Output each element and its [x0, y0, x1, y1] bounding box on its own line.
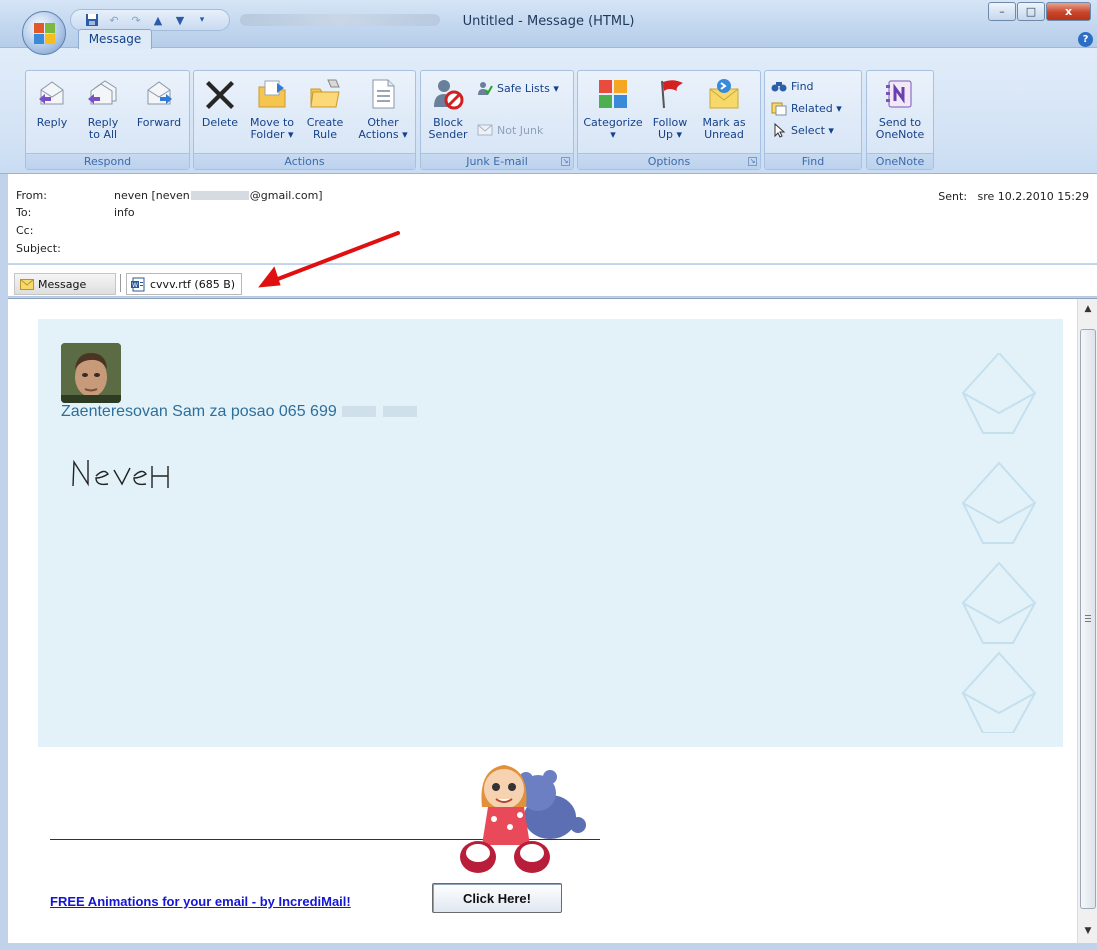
actions-group: Delete Move to Folder ▾ Create Rule Othe… — [193, 70, 416, 170]
categorize-button[interactable]: Categorize ▾ — [580, 77, 646, 141]
stationery-card: Zaenteresovan Sam za posao 065 699 — [38, 319, 1063, 747]
envelope-watermark-icons — [961, 353, 1037, 733]
related-icon — [771, 102, 787, 116]
sender-avatar — [61, 343, 121, 403]
binoculars-icon — [771, 82, 787, 92]
scroll-up-icon[interactable]: ▲ — [1082, 303, 1094, 315]
red-arrow-annotation — [258, 231, 400, 288]
maximize-button[interactable]: □ — [1017, 2, 1045, 21]
redacted-email — [190, 191, 249, 200]
onenote-group: Send to OneNote OneNote — [866, 70, 934, 170]
animated-girl-with-teddy-icon — [460, 765, 586, 873]
find-group: Find Related ▾ Select ▾ Find — [764, 70, 862, 170]
delete-icon — [206, 81, 234, 109]
scroll-down-icon[interactable]: ▼ — [1082, 925, 1094, 937]
other-actions-icon — [372, 79, 395, 109]
categorize-icon — [599, 80, 627, 108]
send-to-onenote-button[interactable]: Send to OneNote — [871, 77, 929, 141]
tab-message[interactable]: Message — [78, 29, 152, 49]
safe-lists-icon — [478, 82, 493, 95]
svg-text:W: W — [132, 282, 138, 289]
redacted-phone-2 — [382, 406, 417, 417]
forward-icon — [147, 81, 172, 105]
block-sender-icon — [434, 80, 464, 110]
create-rule-button[interactable]: Create Rule — [302, 77, 348, 141]
subject-label: Subject: — [16, 242, 61, 255]
vertical-scrollbar[interactable]: ▲ ▼ — [1077, 299, 1097, 943]
ribbon: Reply Reply to All Forward Respond Delet… — [0, 48, 1097, 174]
reply-all-icon — [88, 80, 117, 105]
office-logo-icon — [34, 23, 56, 45]
help-icon[interactable]: ? — [1078, 32, 1093, 47]
message-view-button[interactable]: Message — [14, 273, 116, 295]
onenote-group-label: OneNote — [867, 153, 933, 169]
forward-button[interactable]: Forward — [131, 77, 187, 129]
close-button[interactable]: x — [1046, 2, 1091, 21]
related-button[interactable]: Related ▾ — [771, 99, 842, 117]
not-junk-button[interactable]: Not Junk — [477, 121, 543, 139]
to-value[interactable]: info — [114, 206, 135, 219]
options-launcher-icon[interactable]: ↘ — [748, 157, 757, 166]
find-group-label: Find — [765, 153, 861, 169]
safe-lists-button[interactable]: Safe Lists ▾ — [477, 79, 559, 97]
attachment-separator — [120, 274, 121, 292]
redacted-phone — [342, 406, 377, 417]
find-button[interactable]: Find — [771, 77, 814, 95]
respond-group-label: Respond — [26, 153, 189, 169]
reply-icon — [39, 81, 64, 105]
cursor-icon — [774, 122, 786, 138]
onenote-icon — [886, 80, 912, 108]
window-frame-bottom — [0, 943, 1097, 950]
follow-up-button[interactable]: Follow Up ▾ — [646, 77, 694, 141]
actions-group-label: Actions — [194, 153, 415, 169]
junk-email-group: Block Sender Safe Lists ▾ Not Junk Junk … — [420, 70, 574, 170]
window-title: Untitled - Message (HTML) — [462, 14, 635, 29]
reply-button[interactable]: Reply — [30, 77, 74, 129]
block-sender-button[interactable]: Block Sender — [425, 77, 471, 141]
office-button[interactable] — [22, 11, 66, 55]
junk-email-group-label: Junk E-mail — [421, 153, 573, 169]
message-body: Zaenteresovan Sam za posao 065 699 FREE … — [8, 298, 1097, 943]
mark-as-unread-icon — [709, 79, 739, 109]
create-rule-icon — [310, 79, 340, 108]
scrollbar-thumb[interactable] — [1080, 329, 1096, 909]
sent-date: Sent: sre 10.2.2010 15:29 — [938, 190, 1089, 203]
reply-all-button[interactable]: Reply to All — [78, 77, 128, 141]
message-header: From: neven [neven @gmail.com] To: info C… — [8, 174, 1097, 264]
options-group-label: Options — [578, 153, 760, 169]
avatar-photo-icon — [61, 343, 121, 403]
move-to-folder-icon — [258, 80, 286, 108]
from-label: From: — [16, 189, 47, 202]
not-junk-icon — [477, 124, 493, 136]
envelope-icon — [20, 278, 34, 290]
click-here-button[interactable]: Click Here! — [432, 883, 562, 913]
window-frame-left — [0, 174, 8, 950]
respond-group: Reply Reply to All Forward Respond — [25, 70, 190, 170]
categorize-dropdown-icon: ▾ — [610, 128, 616, 141]
to-label: To: — [16, 206, 32, 219]
from-value[interactable]: neven [neven @gmail.com] — [114, 189, 323, 202]
follow-up-flag-icon — [661, 80, 683, 109]
mark-as-unread-button[interactable]: Mark as Unread — [698, 77, 750, 141]
move-to-folder-button[interactable]: Move to Folder ▾ — [244, 77, 300, 141]
window-controls: – □ x — [988, 2, 1091, 21]
scrollbar-grip-icon — [1085, 615, 1091, 622]
incredimail-promo-link[interactable]: FREE Animations for your email - by Incr… — [50, 894, 351, 909]
delete-button[interactable]: Delete — [200, 77, 240, 129]
title-bar: ↶ ↷ ▲ ▼ ▾ Untitled - Message (HTML) – □ … — [0, 0, 1097, 55]
cc-label: Cc: — [16, 224, 34, 237]
other-actions-button[interactable]: Other Actions ▾ — [354, 77, 412, 141]
handwritten-signature — [68, 454, 198, 497]
attachment-file[interactable]: W cvvv.rtf (685 B) — [126, 273, 242, 295]
minimize-button[interactable]: – — [988, 2, 1016, 21]
junk-email-launcher-icon[interactable]: ↘ — [561, 157, 570, 166]
signature-image — [72, 459, 169, 488]
attachment-bar: Message W cvvv.rtf (685 B) — [8, 231, 1097, 297]
select-button[interactable]: Select ▾ — [771, 121, 834, 139]
greeting-text: Zaenteresovan Sam za posao 065 699 — [61, 403, 418, 421]
options-group: Categorize ▾ Follow Up ▾ Mark as Unread … — [577, 70, 761, 170]
word-document-icon: W — [131, 277, 145, 291]
